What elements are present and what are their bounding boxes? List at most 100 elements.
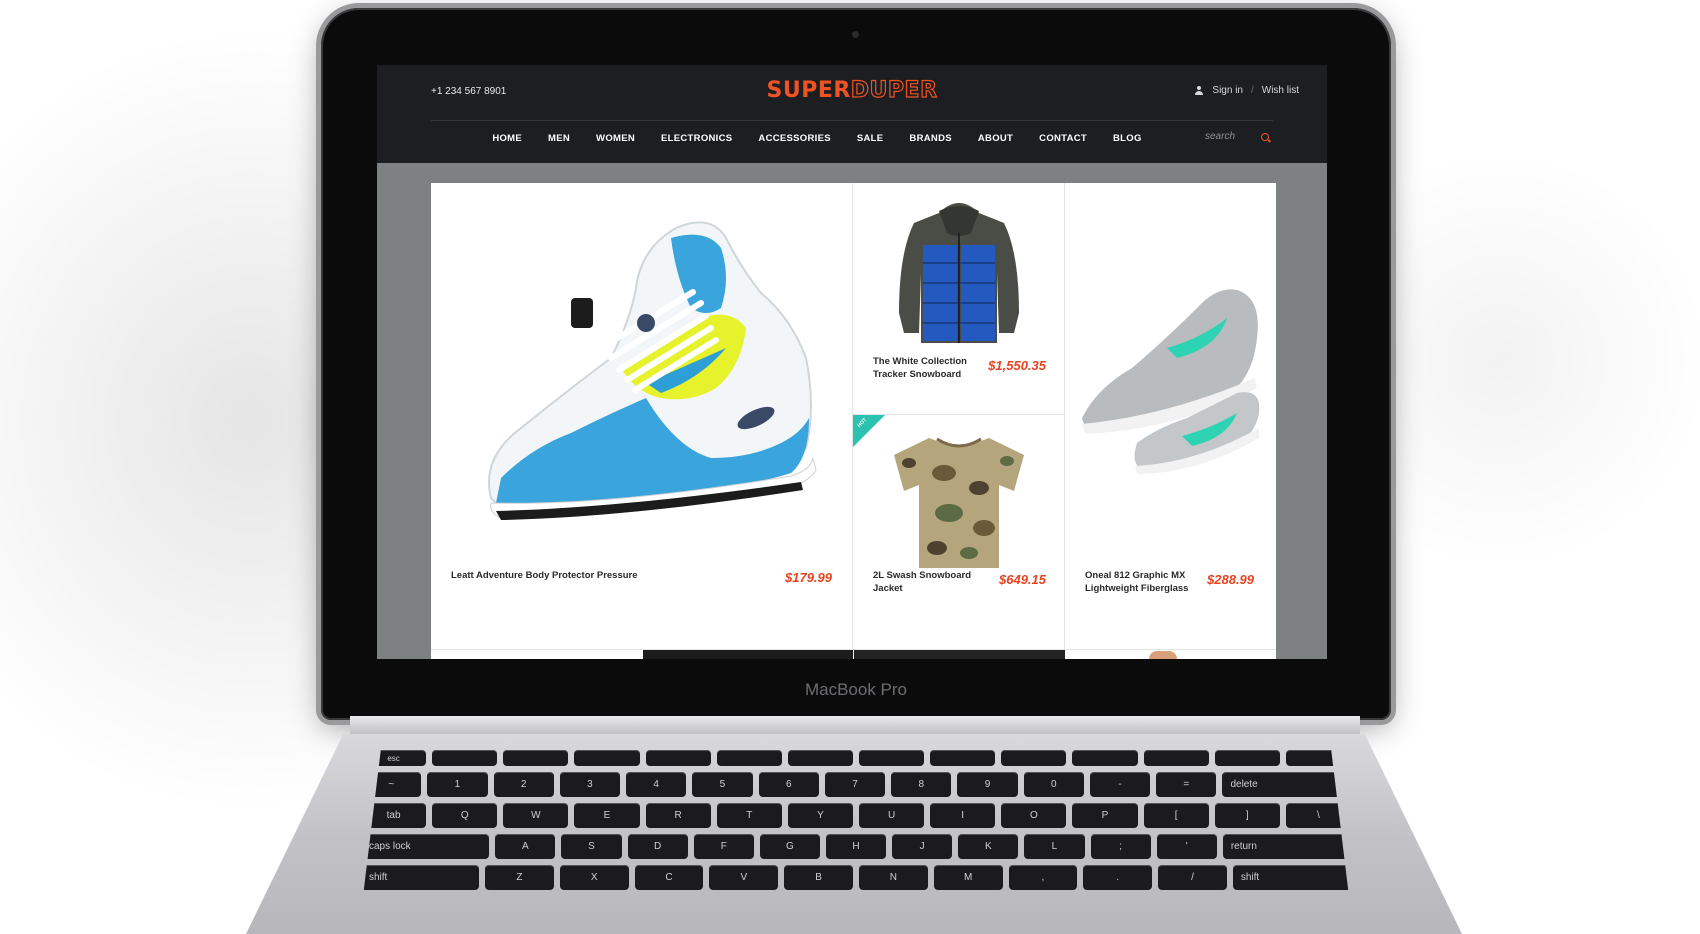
key[interactable]: C: [634, 865, 704, 890]
key[interactable]: O: [1001, 803, 1067, 828]
key[interactable]: [645, 750, 711, 766]
product-name[interactable]: Oneal 812 Graphic MX Lightweight Fibergl…: [1085, 569, 1190, 595]
key[interactable]: N: [858, 865, 928, 890]
key[interactable]: [1214, 750, 1280, 766]
nav-home[interactable]: HOME: [492, 133, 522, 144]
key[interactable]: =: [1156, 772, 1217, 797]
nav-accessories[interactable]: ACCESSORIES: [758, 133, 830, 144]
product-name[interactable]: Leatt Adventure Body Protector Pressure: [451, 569, 711, 582]
key[interactable]: 0: [1023, 772, 1084, 797]
product-card[interactable]: HOT 2L Swash Snowboard Jacket $649.15: [853, 415, 1065, 650]
product-price: $649.15: [999, 572, 1046, 587]
key[interactable]: delete: [1222, 772, 1351, 797]
keyboard-row: ~1 2 3 4 5 6 7 8 9 0- = delete: [361, 772, 1351, 797]
camera-icon: [852, 31, 859, 38]
key[interactable]: P: [1072, 803, 1138, 828]
key[interactable]: T: [716, 803, 782, 828]
key[interactable]: [930, 750, 996, 766]
main-nav: HOME MEN WOMEN ELECTRONICS ACCESSORIES S…: [377, 133, 1327, 144]
key[interactable]: [716, 750, 782, 766]
key[interactable]: V: [709, 865, 779, 890]
key[interactable]: A: [495, 834, 556, 859]
product-card[interactable]: Leatt Adventure Body Protector Pressure …: [431, 183, 853, 650]
nav-contact[interactable]: CONTACT: [1039, 133, 1087, 144]
nav-about[interactable]: ABOUT: [978, 133, 1013, 144]
logo-part-duper: DUPER: [850, 77, 938, 103]
key[interactable]: [858, 750, 925, 766]
key[interactable]: S: [561, 834, 622, 859]
key[interactable]: 9: [957, 772, 1018, 797]
key[interactable]: D: [627, 834, 688, 859]
sign-in-link[interactable]: Sign in: [1212, 85, 1243, 96]
key[interactable]: 3: [559, 772, 621, 797]
header-divider: [431, 120, 1273, 121]
tshirt-image: [894, 437, 1024, 568]
nav-blog[interactable]: BLOG: [1113, 133, 1142, 144]
nav-brands[interactable]: BRANDS: [909, 133, 951, 144]
key[interactable]: M: [933, 865, 1003, 890]
key[interactable]: K: [958, 834, 1019, 859]
key[interactable]: I: [930, 803, 996, 828]
search-input[interactable]: [1205, 131, 1253, 142]
site-header: +1 234 567 8901 SUPERDUPER Sign in / Wis…: [377, 65, 1327, 163]
key[interactable]: [574, 750, 640, 766]
key[interactable]: H: [825, 834, 887, 859]
product-name[interactable]: The White Collection Tracker Snowboard: [873, 355, 973, 381]
key[interactable]: [: [1143, 803, 1209, 828]
key[interactable]: R: [645, 803, 711, 828]
key[interactable]: 1: [427, 772, 488, 797]
product-price: $1,550.35: [988, 358, 1046, 373]
skate-shoes-image: [1082, 289, 1260, 474]
key[interactable]: shift: [361, 865, 480, 890]
key[interactable]: ': [1156, 834, 1217, 859]
user-icon: [1194, 85, 1204, 96]
key[interactable]: U: [858, 803, 925, 828]
key[interactable]: shift: [1232, 865, 1351, 890]
key[interactable]: Z: [485, 865, 554, 890]
key[interactable]: [503, 750, 569, 766]
key[interactable]: 6: [758, 772, 819, 797]
key[interactable]: ]: [1214, 803, 1280, 828]
next-row-image-peek: [643, 650, 853, 659]
key[interactable]: ;: [1090, 834, 1151, 859]
key[interactable]: [1072, 750, 1138, 766]
key[interactable]: B: [784, 865, 853, 890]
key[interactable]: 2: [493, 772, 554, 797]
key[interactable]: /: [1158, 865, 1227, 890]
key[interactable]: [1143, 750, 1209, 766]
wish-list-link[interactable]: Wish list: [1262, 85, 1299, 96]
product-card[interactable]: Oneal 812 Graphic MX Lightweight Fibergl…: [1065, 183, 1276, 650]
account-separator: /: [1250, 85, 1254, 96]
key[interactable]: 8: [891, 772, 952, 797]
key[interactable]: Q: [432, 803, 498, 828]
key[interactable]: ,: [1008, 865, 1078, 890]
key[interactable]: Y: [787, 803, 853, 828]
key[interactable]: 4: [626, 772, 687, 797]
key[interactable]: [787, 750, 853, 766]
key[interactable]: E: [574, 803, 640, 828]
site-logo[interactable]: SUPERDUPER: [377, 77, 1327, 103]
key[interactable]: [1001, 750, 1067, 766]
product-name[interactable]: 2L Swash Snowboard Jacket: [873, 569, 973, 595]
nav-men[interactable]: MEN: [548, 133, 570, 144]
key[interactable]: X: [559, 865, 629, 890]
key[interactable]: -: [1089, 772, 1151, 797]
nav-women[interactable]: WOMEN: [596, 133, 635, 144]
key[interactable]: .: [1083, 865, 1153, 890]
key[interactable]: 5: [692, 772, 753, 797]
key[interactable]: [432, 750, 498, 766]
account-links: Sign in / Wish list: [1194, 85, 1299, 96]
key[interactable]: J: [892, 834, 953, 859]
nav-electronics[interactable]: ELECTRONICS: [661, 133, 732, 144]
product-card[interactable]: The White Collection Tracker Snowboard $…: [853, 183, 1065, 415]
search-icon[interactable]: [1261, 132, 1269, 141]
key[interactable]: 7: [824, 772, 886, 797]
key[interactable]: caps lock: [361, 834, 490, 859]
key[interactable]: W: [503, 803, 569, 828]
key[interactable]: G: [759, 834, 820, 859]
key[interactable]: return: [1222, 834, 1351, 859]
key[interactable]: F: [693, 834, 754, 859]
key[interactable]: L: [1024, 834, 1085, 859]
nav-sale[interactable]: SALE: [857, 133, 884, 144]
keyboard-row: shift Z X C V B N M,. / shift: [361, 865, 1351, 890]
